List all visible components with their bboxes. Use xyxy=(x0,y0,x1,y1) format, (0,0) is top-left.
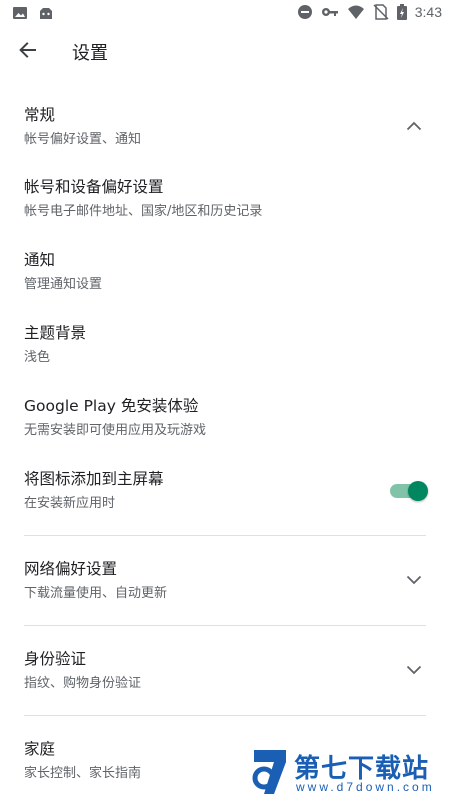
wifi-icon xyxy=(347,4,365,20)
setting-authentication[interactable]: 身份验证 指纹、购物身份验证 xyxy=(0,644,450,702)
do-not-disturb-icon xyxy=(297,4,313,20)
arrow-back-icon xyxy=(18,40,38,60)
setting-subtitle: 无需安装即可使用应用及玩游戏 xyxy=(24,423,207,438)
setting-subtitle: 指纹、购物身份验证 xyxy=(24,676,142,691)
back-button[interactable] xyxy=(10,32,46,68)
setting-title: 将图标添加到主屏幕 xyxy=(24,470,164,488)
image-icon xyxy=(12,5,28,21)
android-icon xyxy=(38,5,54,21)
d7-logo-icon xyxy=(250,748,290,796)
watermark-url: www.d7down.com xyxy=(296,780,435,794)
app-bar: 设置 xyxy=(0,26,450,78)
no-sim-icon xyxy=(373,4,389,20)
vpn-key-icon xyxy=(321,4,339,20)
toggle-thumb xyxy=(408,481,428,501)
setting-subtitle: 浅色 xyxy=(24,350,51,365)
setting-general[interactable]: 常规 帐号偏好设置、通知 xyxy=(0,100,450,158)
setting-instant-apps[interactable]: Google Play 免安装体验 无需安装即可使用应用及玩游戏 xyxy=(0,391,450,449)
status-bar-left xyxy=(12,5,54,21)
setting-title: 帐号和设备偏好设置 xyxy=(24,178,164,196)
setting-network[interactable]: 网络偏好设置 下载流量使用、自动更新 xyxy=(0,554,450,612)
setting-title: 通知 xyxy=(24,251,56,269)
chevron-down-icon[interactable] xyxy=(402,658,426,682)
setting-theme[interactable]: 主题背景 浅色 xyxy=(0,318,450,376)
setting-subtitle: 帐号偏好设置、通知 xyxy=(24,132,142,147)
setting-title: 家庭 xyxy=(24,740,56,758)
status-time: 3:43 xyxy=(414,4,442,20)
setting-title: 身份验证 xyxy=(24,650,87,668)
setting-title: 主题背景 xyxy=(24,324,87,342)
setting-subtitle: 在安装新应用时 xyxy=(24,496,116,511)
setting-add-icon[interactable]: 将图标添加到主屏幕 在安装新应用时 xyxy=(0,464,450,522)
add-icon-toggle[interactable] xyxy=(390,481,428,501)
watermark: 第七下载站 www.d7down.com xyxy=(250,746,446,800)
battery-icon xyxy=(396,4,407,20)
setting-account[interactable]: 帐号和设备偏好设置 帐号电子邮件地址、国家/地区和历史记录 xyxy=(0,172,450,230)
setting-title: 常规 xyxy=(24,106,56,124)
setting-subtitle: 家长控制、家长指南 xyxy=(24,766,142,781)
setting-notifications[interactable]: 通知 管理通知设置 xyxy=(0,245,450,303)
setting-title: Google Play 免安装体验 xyxy=(24,397,199,415)
status-bar-right: 3:43 xyxy=(297,4,442,20)
setting-subtitle: 下载流量使用、自动更新 xyxy=(24,586,168,601)
chevron-down-icon[interactable] xyxy=(402,568,426,592)
setting-title: 网络偏好设置 xyxy=(24,560,118,578)
setting-subtitle: 帐号电子邮件地址、国家/地区和历史记录 xyxy=(24,204,263,219)
divider xyxy=(24,535,426,536)
setting-subtitle: 管理通知设置 xyxy=(24,277,103,292)
status-bar: 3:43 xyxy=(0,0,450,26)
page-title: 设置 xyxy=(72,43,108,64)
divider xyxy=(24,715,426,716)
chevron-up-icon[interactable] xyxy=(402,114,426,138)
divider xyxy=(24,625,426,626)
